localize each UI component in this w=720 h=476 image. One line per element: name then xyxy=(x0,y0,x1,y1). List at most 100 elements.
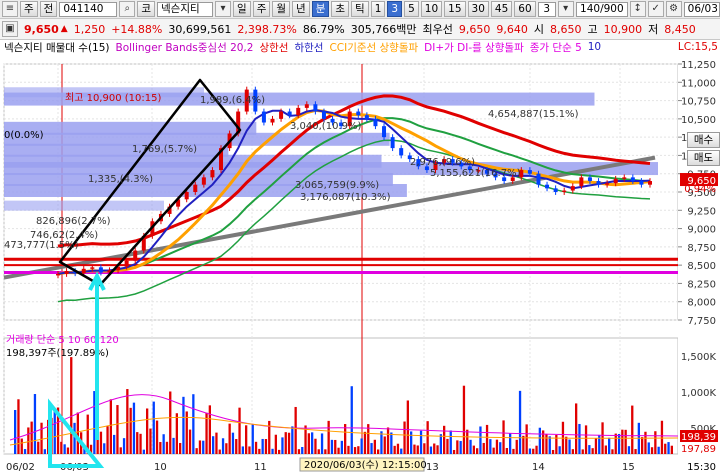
volume-bar xyxy=(390,432,393,454)
interval-button[interactable]: 3 xyxy=(387,1,403,17)
volume-bar xyxy=(631,405,634,454)
pin-icon[interactable]: ↕ xyxy=(629,1,646,17)
volume-bar xyxy=(403,421,406,454)
stock-code-input[interactable]: 041140 xyxy=(59,1,118,17)
volume-bar xyxy=(439,434,442,454)
interval-button[interactable]: 15 xyxy=(444,1,466,17)
volume-bar xyxy=(641,437,644,454)
period-button[interactable]: 주 xyxy=(252,1,271,17)
period-button[interactable]: 분 xyxy=(311,1,330,17)
volume-bar xyxy=(238,407,241,454)
up-arrow-icon: ▲ xyxy=(60,24,68,34)
lock-icon[interactable]: ▣ xyxy=(2,21,18,37)
legend-ma-10[interactable]: 10 xyxy=(588,41,601,53)
volume-bar xyxy=(307,433,310,454)
interval-button[interactable]: 1 xyxy=(370,1,386,17)
sell-button[interactable]: 매도 xyxy=(687,150,720,166)
list-icon[interactable]: ≡ xyxy=(2,1,18,17)
count-input[interactable]: 3 xyxy=(537,1,556,17)
volume-tick-label: 1,000K xyxy=(681,388,717,399)
volume-bar xyxy=(594,438,598,454)
chart-annotation: 0(0.0%) xyxy=(4,130,44,141)
chart-annotation: 1,989,(6.4%) xyxy=(200,95,265,106)
date-display[interactable]: 06/03 xyxy=(683,1,720,17)
legend-bollinger[interactable]: Bollinger Bands중심선 20,2 xyxy=(116,40,254,54)
volume-bar xyxy=(396,443,400,454)
price-change-pct: +14.88% xyxy=(111,22,163,36)
interval-button[interactable]: 45 xyxy=(490,1,513,17)
legend-di[interactable]: DI+가 DI-를 상향돌파 xyxy=(424,40,524,54)
candle-body xyxy=(630,177,635,182)
volume-bar xyxy=(528,448,532,454)
candle-body xyxy=(562,190,567,193)
chart-annotation: 826,896(2.7%) xyxy=(36,216,111,227)
volume-bar xyxy=(132,402,136,454)
candle-body xyxy=(90,267,95,269)
search-icon[interactable]: ⌕ xyxy=(119,1,136,17)
volume-bar xyxy=(363,431,367,454)
volume-bar xyxy=(423,443,426,454)
buy-button[interactable]: 매수 xyxy=(687,132,720,148)
candle-body xyxy=(133,250,138,261)
volume-bar xyxy=(271,448,274,454)
period-button[interactable]: 년 xyxy=(292,1,310,17)
count-display[interactable]: 140/900 xyxy=(575,1,628,17)
time-tick-label: 14 xyxy=(532,462,545,473)
volume-bar xyxy=(53,410,56,454)
volume-bar xyxy=(383,436,386,454)
legend-lower[interactable]: 하한선 xyxy=(294,40,323,54)
period-button[interactable]: 틱 xyxy=(351,1,369,17)
period-button[interactable]: 초 xyxy=(331,1,350,17)
volume-bar xyxy=(462,385,466,454)
type-selector[interactable]: 주 xyxy=(20,1,38,17)
volume-bar xyxy=(301,446,304,454)
chart-annotation: 5,155,621(16.7%) xyxy=(430,168,521,179)
volume-bar xyxy=(14,410,17,454)
legend-stock[interactable]: 넥슨지티 매물대 수(15) xyxy=(4,40,110,54)
volume-bar xyxy=(624,429,627,454)
interval-button[interactable]: 60 xyxy=(514,1,536,17)
volume-bar xyxy=(479,426,482,454)
volume-bar xyxy=(578,423,581,454)
volume-bar xyxy=(188,429,192,454)
legend-cci[interactable]: CCI기준선 상향돌파 xyxy=(329,40,418,54)
period-button[interactable]: 일 xyxy=(233,1,251,17)
volume-bar xyxy=(165,441,169,454)
interval-button[interactable]: 5 xyxy=(404,1,419,17)
price-chart[interactable]: 11,25011,00010,75010,50010,25010,0009,75… xyxy=(0,54,720,476)
market-button[interactable]: 코 xyxy=(137,1,156,17)
price-tick-label: 10,500 xyxy=(681,115,716,126)
interval-button[interactable]: 30 xyxy=(467,1,489,17)
volume-bar xyxy=(386,427,390,454)
volume-bar xyxy=(650,447,654,454)
best-bid-label: 최우선 xyxy=(422,23,453,36)
candle-body xyxy=(399,148,404,156)
settings-icon[interactable]: ⚙ xyxy=(665,1,682,17)
volume-bar xyxy=(588,445,591,454)
candle-body xyxy=(184,192,189,200)
view-selector[interactable]: 전 xyxy=(39,1,58,17)
dropdown-icon[interactable]: ▾ xyxy=(215,1,232,17)
volume-bar xyxy=(670,445,673,454)
volume-bar xyxy=(99,431,103,454)
volume-bar xyxy=(522,435,525,454)
volume-bar xyxy=(558,446,561,454)
period-button[interactable]: 월 xyxy=(272,1,291,17)
volume-bar xyxy=(495,439,499,454)
volume-bar xyxy=(109,399,112,454)
volume-bar xyxy=(284,432,287,454)
checkbox-icon[interactable]: ✓ xyxy=(647,1,664,17)
time-tick-label: 11 xyxy=(254,462,267,473)
volume-bar xyxy=(122,438,126,454)
volume-bar xyxy=(377,449,380,454)
volume-bar xyxy=(518,390,522,454)
interval-button[interactable]: 10 xyxy=(420,1,443,17)
legend-upper[interactable]: 상한선 xyxy=(259,40,288,54)
volume-bar xyxy=(126,389,129,454)
legend-ma[interactable]: 종가 단순 5 xyxy=(530,40,582,54)
chevron-down-icon[interactable]: ▾ xyxy=(557,1,574,17)
volume-bar xyxy=(113,434,116,454)
chart-annotation: 1,769,(5.7%) xyxy=(132,144,197,155)
volume-bar xyxy=(380,431,383,454)
stock-name-field[interactable]: 넥슨지티 xyxy=(157,1,214,17)
